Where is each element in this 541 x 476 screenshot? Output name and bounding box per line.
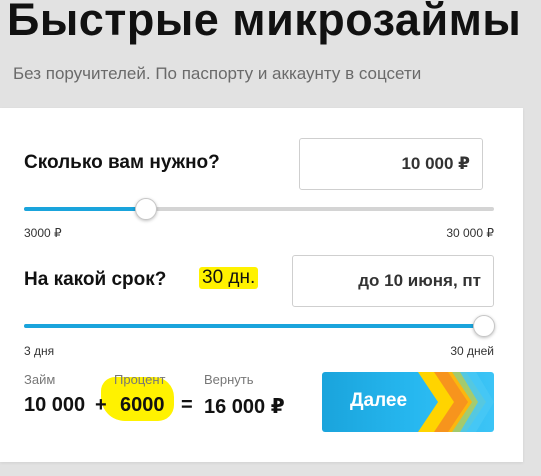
loan-label: Займ	[24, 372, 56, 387]
term-highlight: 30 дн.	[199, 267, 259, 289]
return-label: Вернуть	[204, 372, 254, 387]
term-slider[interactable]	[24, 324, 494, 328]
term-max-label: 30 дней	[450, 344, 494, 358]
loan-value: 10 000	[24, 394, 86, 416]
amount-question: Сколько вам нужно?	[24, 152, 220, 173]
due-date-field[interactable]: до 10 июня, пт	[292, 255, 494, 307]
equals-sign: =	[181, 394, 193, 416]
term-min-label: 3 дня	[24, 344, 55, 358]
term-question: На какой срок?	[24, 269, 167, 290]
term-slider-thumb[interactable]	[473, 315, 495, 337]
percent-value: 6000	[120, 394, 165, 416]
next-button[interactable]: Далее	[322, 372, 494, 432]
plus-sign: +	[95, 394, 107, 416]
return-value: 16 000 ₽	[204, 396, 285, 418]
term-slider-fill	[24, 324, 494, 328]
page-subtitle: Без поручителей. По паспорту и аккаунту …	[13, 64, 422, 83]
percent-label: Процент	[114, 372, 166, 387]
next-button-label: Далее	[350, 390, 408, 411]
due-date-value: до 10 июня, пт	[358, 271, 481, 290]
page-title: Быстрые микрозаймы	[7, 0, 522, 45]
amount-input[interactable]: 10 000 ₽	[299, 138, 483, 190]
amount-slider[interactable]	[24, 207, 494, 211]
loan-calculator-card: Сколько вам нужно? 10 000 ₽ 3000 ₽ 30 00…	[0, 108, 523, 462]
amount-min-label: 3000 ₽	[24, 226, 62, 240]
amount-slider-fill	[24, 207, 147, 211]
amount-slider-thumb[interactable]	[135, 198, 158, 220]
chevron-arrows-icon	[418, 372, 494, 432]
amount-value: 10 000 ₽	[401, 154, 470, 173]
amount-max-label: 30 000 ₽	[446, 226, 494, 240]
